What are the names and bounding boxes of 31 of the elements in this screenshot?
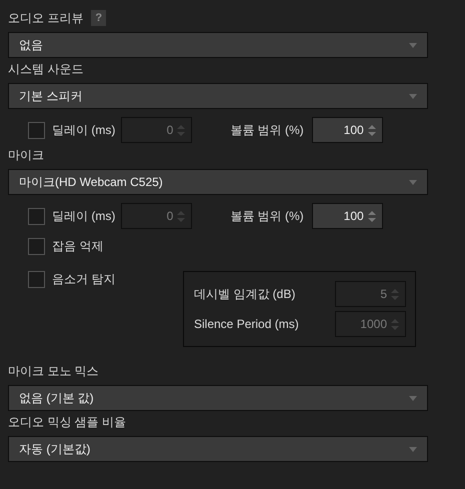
caret-icon	[409, 94, 417, 98]
checkbox-label: 딜레이 (ms)	[52, 208, 116, 224]
field-label: 데시벨 임계값 (dB)	[194, 286, 296, 302]
caret-icon	[409, 396, 417, 400]
checkbox[interactable]	[28, 238, 45, 255]
section-label: 오디오 믹싱 샘플 비율	[8, 414, 126, 430]
caret-icon	[409, 180, 417, 184]
section-label: 시스템 사운드	[8, 60, 84, 78]
spin-arrows-icon	[391, 318, 399, 330]
dropdown[interactable]: 없음 (기본 값)	[8, 385, 428, 411]
section-label: 마이크	[8, 146, 44, 164]
field-label: Silence Period (ms)	[194, 317, 299, 331]
spin-arrows-icon	[391, 288, 399, 300]
spin-arrows-icon	[368, 210, 376, 222]
field-label: 볼륨 범위 (%)	[230, 208, 304, 224]
spin-arrows-icon	[177, 210, 186, 222]
section-label: 마이크 모노 믹스	[8, 362, 99, 380]
dropdown[interactable]: 자동 (기본값)	[8, 436, 428, 462]
caret-icon	[409, 42, 417, 48]
checkbox-label: 음소거 탐지	[52, 271, 116, 288]
checkbox-label: 딜레이 (ms)	[52, 122, 116, 138]
dropdown[interactable]: 기본 스피커	[8, 83, 428, 109]
section-label: 오디오 프리뷰	[8, 10, 84, 26]
caret-icon	[409, 446, 417, 452]
spin-arrows-icon	[368, 124, 376, 136]
dropdown[interactable]: 마이크(HD Webcam C525)	[8, 169, 428, 195]
checkbox-label: 잡음 억제	[52, 238, 104, 255]
field-label: 볼륨 범위 (%)	[230, 122, 304, 138]
spin-arrows-icon	[177, 124, 186, 136]
checkbox[interactable]	[28, 271, 45, 288]
dropdown[interactable]: 없음	[8, 32, 428, 58]
